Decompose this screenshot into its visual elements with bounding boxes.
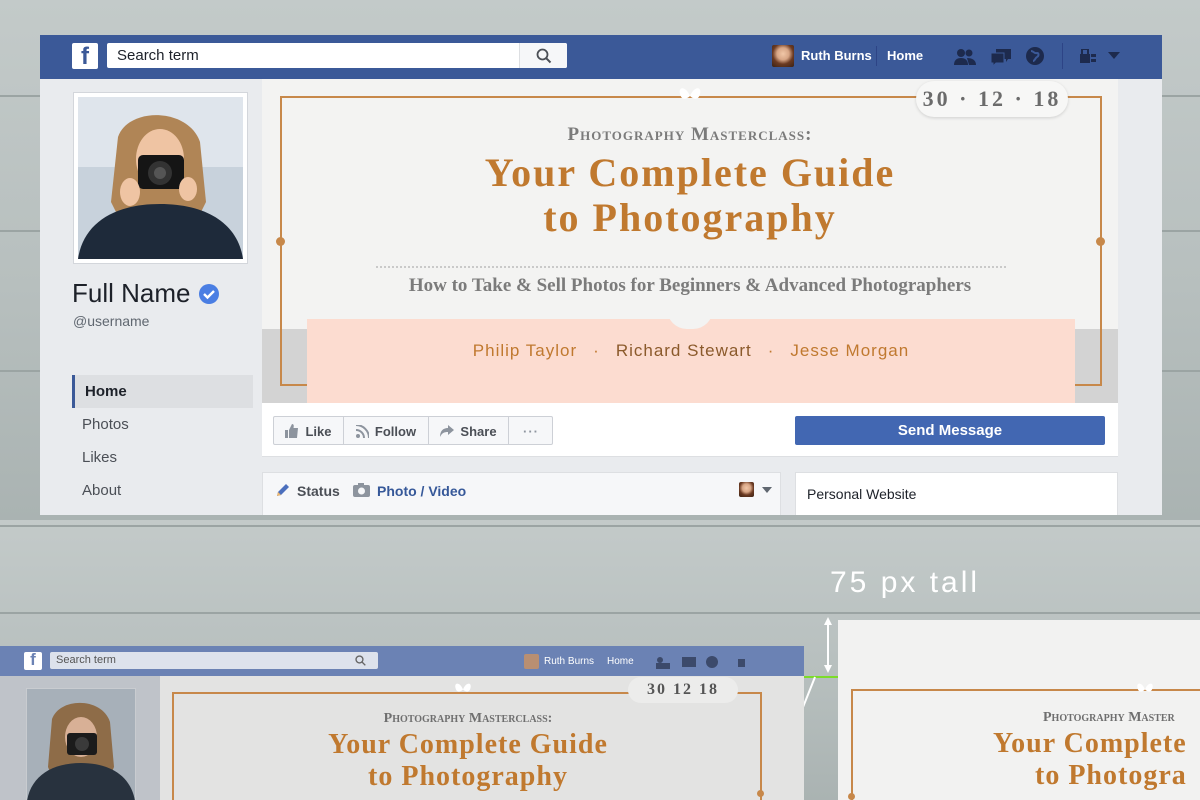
rss-follow-icon	[355, 424, 369, 438]
menu-item-home[interactable]: Home	[72, 375, 253, 408]
like-button[interactable]: Like	[274, 417, 344, 445]
send-message-button[interactable]: Send Message	[795, 416, 1105, 445]
messages-icon[interactable]	[990, 47, 1012, 67]
search-box: Search term	[107, 43, 567, 68]
photo-video-tab[interactable]: Photo / Video	[377, 483, 466, 499]
pencil-icon	[277, 484, 289, 496]
friend-requests-icon[interactable]	[954, 47, 976, 67]
share-button[interactable]: Share	[429, 417, 509, 445]
profile-name-row: Full Name	[72, 278, 220, 309]
facebook-page-mockup: f Search term Ruth Burns Home Full Name …	[40, 35, 1162, 515]
search-icon	[536, 48, 552, 64]
mini-top-bar: f Search term Ruth Burns Home	[0, 646, 804, 676]
audience-chevron-down-icon[interactable]	[762, 487, 772, 493]
dimension-annotation-label: 75 px tall	[830, 566, 981, 599]
dotted-divider	[376, 266, 1006, 268]
profile-name: Full Name	[72, 278, 191, 308]
author-separator: ·	[767, 341, 775, 360]
home-link[interactable]: Home	[887, 48, 923, 63]
mini-facebook-logo-icon: f	[24, 650, 42, 670]
cover-title-line1: Your Complete Guide	[484, 150, 896, 195]
facebook-logo-icon[interactable]: f	[72, 43, 98, 69]
cover-photo[interactable]: 30 · 12 · 18 Photography Masterclass: Yo…	[262, 79, 1118, 403]
status-tab[interactable]: Status	[297, 483, 340, 499]
mini-user-name: Ruth Burns	[544, 656, 595, 667]
mini-date-badge: 30 12 18	[628, 677, 738, 703]
follow-button[interactable]: Follow	[344, 417, 429, 445]
crop-title-line2: to Photogra	[1035, 760, 1187, 791]
author-separator: ·	[593, 341, 600, 360]
mini-profile-picture	[26, 688, 136, 800]
camera-icon	[353, 483, 370, 497]
account-menu-chevron-down-icon[interactable]	[1108, 52, 1120, 60]
mini-cover-pretitle: Photography Masterclass:	[383, 711, 553, 726]
profile-link[interactable]: Ruth Burns	[801, 48, 872, 63]
cover-crop-preview: Photography Master Your Complete to Phot…	[838, 620, 1200, 800]
more-options-button[interactable]: ···	[509, 417, 553, 445]
menu-item-likes[interactable]: Likes	[72, 441, 253, 474]
authors-row: Philip Taylor · Richard Stewart · Jesse …	[307, 341, 1075, 361]
author-name: Philip Taylor	[472, 341, 578, 360]
action-button-group: Like Follow Share ···	[273, 416, 553, 445]
cover-pretitle: Photography Masterclass:	[567, 124, 813, 145]
cover-subtitle: How to Take & Sell Photos for Beginners …	[408, 275, 972, 296]
crop-pretitle: Photography Master	[1043, 710, 1175, 725]
author-name: Richard Stewart	[615, 341, 752, 360]
mini-left-column	[0, 676, 160, 800]
menu-item-about[interactable]: About	[72, 474, 253, 507]
crop-title-line1: Your Complete	[993, 728, 1187, 759]
mini-search-icon	[355, 655, 366, 666]
mini-home-link: Home	[607, 656, 634, 667]
composer-avatar[interactable]	[739, 482, 754, 497]
cover-title-line2: to Photography	[543, 195, 837, 240]
page-action-bar: Like Follow Share ··· Send Message	[262, 403, 1118, 457]
mini-avatar	[524, 654, 539, 669]
mini-cover-title-line1: Your Complete Guide	[328, 729, 608, 760]
search-button[interactable]	[519, 43, 567, 68]
thumbs-up-icon	[285, 424, 299, 438]
mini-cover: 30 12 18 Photography Masterclass: Your C…	[160, 676, 804, 800]
crop-butterfly-icon	[1137, 683, 1153, 692]
privacy-shortcuts-icon[interactable]	[1080, 49, 1096, 63]
search-input[interactable]: Search term	[117, 47, 199, 64]
about-card: Personal Website	[795, 472, 1118, 515]
profile-picture[interactable]	[73, 92, 248, 264]
user-avatar[interactable]	[772, 45, 794, 67]
authors-band	[307, 319, 1075, 403]
share-arrow-icon	[440, 425, 455, 437]
author-name: Jesse Morgan	[790, 341, 910, 360]
verified-badge-icon	[199, 283, 220, 304]
notifications-globe-icon[interactable]	[1025, 46, 1045, 66]
mini-mockup-left: f Search term Ruth Burns Home 30 12 18 P…	[0, 646, 804, 800]
profile-username: @username	[73, 313, 150, 329]
mini-nav-icons	[656, 656, 745, 669]
post-composer: Status Photo / Video	[262, 472, 781, 515]
mini-cover-title-line2: to Photography	[368, 761, 568, 792]
top-navigation-bar: f Search term Ruth Burns Home	[40, 35, 1162, 79]
mini-search-box: Search term	[50, 652, 378, 669]
mini-butterfly-icon	[455, 683, 471, 692]
event-date-badge: 30 · 12 · 18	[916, 81, 1068, 117]
personal-website-link[interactable]: Personal Website	[807, 486, 916, 502]
menu-item-photos[interactable]: Photos	[72, 408, 253, 441]
profile-photo-woman-with-camera	[78, 97, 243, 259]
butterfly-icon	[679, 88, 701, 99]
